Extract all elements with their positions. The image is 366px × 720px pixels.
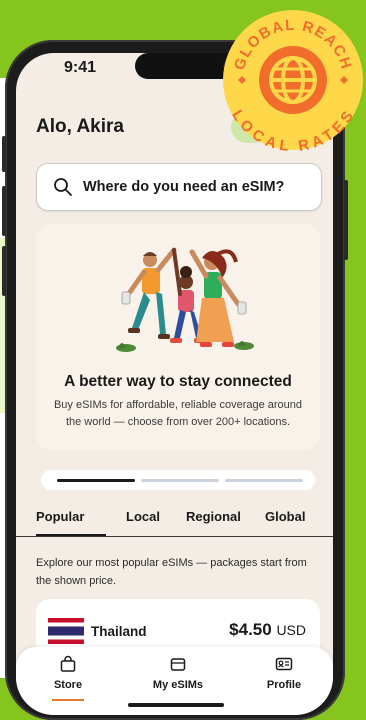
friends-illustration [116, 247, 254, 352]
phone-power-button [344, 180, 348, 260]
pager-segment[interactable] [141, 479, 219, 482]
category-tabs: Popular Local Regional Global [36, 505, 326, 536]
explore-description: Explore our most popular eSIMs — package… [36, 557, 307, 587]
global-reach-badge: GLOBAL REACH LOCAL RATES [223, 10, 363, 155]
search-input[interactable]: Where do you need an eSIM? [36, 163, 322, 211]
price-currency: USD [276, 622, 306, 638]
home-indicator [128, 703, 224, 707]
nav-label-my-esims: My eSIMs [152, 679, 204, 691]
hero-card: A better way to stay connected Buy eSIMs… [36, 224, 320, 450]
nav-store[interactable]: Store [28, 655, 108, 701]
sim-card-icon [170, 658, 186, 671]
bottom-nav: Store My eSIMs Profile [16, 647, 333, 715]
tabs-divider [16, 536, 333, 537]
price-amount: $4.50 [229, 620, 272, 639]
hero-title: A better way to stay connected [64, 373, 292, 390]
phone-side-button [2, 136, 6, 172]
nav-my-esims[interactable]: My eSIMs [138, 655, 218, 693]
nav-profile[interactable]: Profile [244, 655, 324, 693]
pager-segment-active[interactable] [57, 479, 135, 482]
nav-label-profile: Profile [266, 679, 302, 691]
thailand-flag-icon [48, 618, 84, 644]
nav-active-indicator [52, 699, 84, 701]
tab-popular[interactable]: Popular [36, 509, 84, 524]
id-card-icon [275, 657, 293, 671]
tab-regional[interactable]: Regional [186, 509, 241, 524]
destination-name: Thailand [91, 624, 147, 639]
status-time: 9:41 [64, 59, 97, 76]
greeting-title: Alo, Akira [36, 116, 124, 137]
nav-label-store: Store [53, 679, 83, 691]
destination-price: $4.50 USD [229, 620, 306, 640]
phone-volume-down [2, 246, 6, 296]
search-icon [54, 178, 72, 196]
pager-segment[interactable] [225, 479, 303, 482]
bag-icon [60, 655, 76, 672]
tab-local[interactable]: Local [126, 509, 160, 524]
search-placeholder: Where do you need an eSIM? [83, 179, 285, 195]
phone-volume-up [2, 186, 6, 236]
globe-icon [259, 46, 327, 114]
carousel-pager[interactable] [41, 470, 315, 490]
hero-subtitle: Buy eSIMs for affordable, reliable cover… [53, 399, 303, 428]
tab-global[interactable]: Global [265, 509, 305, 524]
